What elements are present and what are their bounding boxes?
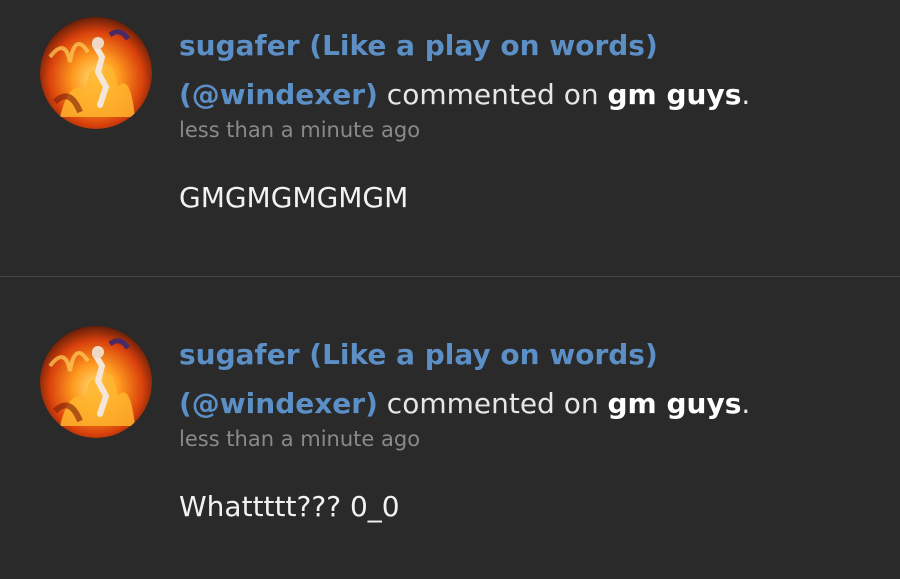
notification-feed: sugafer (Like a play on words) (@windexe… [0,0,900,579]
comment-text: GMGMGMGMGM [179,181,409,214]
notification-headline: sugafer (Like a play on words) (@windexe… [179,21,879,119]
user-display-name-link[interactable]: sugafer (Like a play on words) [179,29,658,62]
user-handle-link[interactable]: (@windexer) [179,387,378,420]
period-text: . [741,78,751,111]
comment-text: Whattttt??? 0_0 [179,490,400,523]
timestamp: less than a minute ago [179,118,421,142]
user-display-name-link[interactable]: sugafer (Like a play on words) [179,338,658,371]
post-title-link[interactable]: gm guys [608,387,742,420]
action-text: commented on [386,78,599,111]
post-title-link[interactable]: gm guys [608,78,742,111]
notification-headline: sugafer (Like a play on words) (@windexe… [179,330,879,428]
action-text: commented on [386,387,599,420]
fiery-avatar-icon [40,326,152,438]
user-avatar[interactable] [40,326,152,438]
user-avatar[interactable] [40,17,152,129]
notification-item: sugafer (Like a play on words) (@windexe… [0,0,900,276]
timestamp: less than a minute ago [179,427,421,451]
user-handle-link[interactable]: (@windexer) [179,78,378,111]
fiery-avatar-icon [40,17,152,129]
period-text: . [741,387,751,420]
notification-item: sugafer (Like a play on words) (@windexe… [0,276,900,579]
